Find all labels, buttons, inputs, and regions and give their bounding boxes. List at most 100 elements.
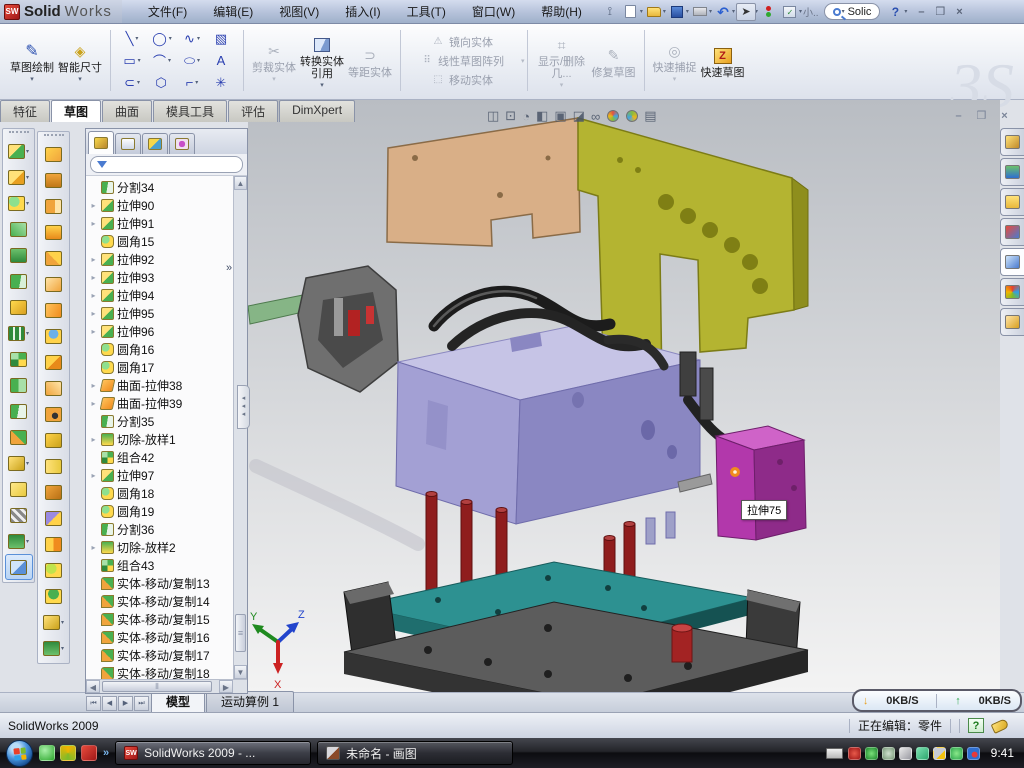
restore-button[interactable]: ❒: [932, 5, 948, 19]
scroll-up-icon[interactable]: ▲: [234, 176, 247, 190]
doc-minimize-button[interactable]: –: [950, 108, 967, 123]
rebuild-traffic-light-icon[interactable]: [759, 3, 779, 21]
media-app-icon[interactable]: [60, 745, 76, 761]
viewport-3d-model[interactable]: Y Z X: [248, 100, 1000, 692]
extruded-cut-icon[interactable]: ▾: [5, 164, 33, 190]
swept-cut-icon[interactable]: [40, 193, 68, 219]
deform-icon[interactable]: [40, 271, 68, 297]
menu-item[interactable]: 视图(V): [267, 1, 331, 22]
sketch-fillet-icon[interactable]: ⌐▾: [177, 75, 207, 90]
swept-boss-icon[interactable]: [5, 216, 33, 242]
network-speed-widget[interactable]: ↓ 0KB/S ↑ 0KB/S: [852, 689, 1022, 712]
command-tab[interactable]: 模具工具: [153, 100, 227, 122]
shell-icon[interactable]: [40, 427, 68, 453]
boundary-cut-icon[interactable]: [5, 268, 33, 294]
bend-icon[interactable]: [40, 375, 68, 401]
expand-arrow-icon[interactable]: [89, 219, 98, 228]
tree-item[interactable]: 分割35: [86, 412, 233, 430]
expand-arrow-icon[interactable]: [89, 399, 98, 408]
quick-tip-icon[interactable]: ?: [968, 718, 984, 733]
tab-nav-button[interactable]: ▶: [118, 696, 133, 711]
taskbar-button[interactable]: 未命名 - 画图: [317, 741, 513, 765]
open-icon[interactable]: [644, 3, 664, 21]
tree-item[interactable]: 实体-移动/复制13: [86, 574, 233, 592]
tag-icon[interactable]: [991, 718, 1010, 734]
close-button[interactable]: ×: [951, 5, 967, 19]
wrap-icon[interactable]: [5, 294, 33, 320]
tree-item[interactable]: 实体-移动/复制18: [86, 664, 233, 679]
command-tab[interactable]: 特征: [0, 100, 50, 122]
reference-geometry-icon[interactable]: ▾: [5, 450, 33, 476]
search-input[interactable]: Solic: [848, 6, 872, 18]
display-style-icon[interactable]: ◪: [573, 108, 585, 124]
plane-icon[interactable]: [5, 476, 33, 502]
toolbar-overflow-label[interactable]: 小..: [803, 3, 819, 21]
model-tab[interactable]: 模型: [151, 691, 205, 712]
tree-item[interactable]: 实体-移动/复制15: [86, 610, 233, 628]
new-document-icon[interactable]: [621, 3, 641, 21]
save-icon[interactable]: [667, 3, 687, 21]
edit-appearance-icon[interactable]: [606, 110, 619, 122]
pin-icon[interactable]: ⟟: [600, 3, 620, 21]
taskbar-button[interactable]: SW SolidWorks 2009 - ...: [115, 741, 311, 765]
security-shield-icon[interactable]: [865, 747, 878, 760]
tree-item[interactable]: 拉伸91: [86, 214, 233, 232]
tree-item[interactable]: 曲面-拉伸39: [86, 394, 233, 412]
menu-item[interactable]: 工具(T): [395, 1, 458, 22]
smart-dimension-button[interactable]: ◈ 智能尺寸 ▾: [56, 38, 104, 83]
minimize-button[interactable]: –: [913, 5, 929, 19]
scroll-down-icon[interactable]: ▼: [234, 665, 247, 679]
tree-item[interactable]: 分割36: [86, 520, 233, 538]
expand-arrow-icon[interactable]: [89, 273, 98, 282]
curves-icon[interactable]: ▾: [40, 635, 68, 661]
rectangle-icon[interactable]: ▭▾: [117, 53, 147, 69]
planar-surface-icon[interactable]: [40, 297, 68, 323]
tree-item[interactable]: 切除-放样2: [86, 538, 233, 556]
tree-item[interactable]: 拉伸92: [86, 250, 233, 268]
dome-body-icon[interactable]: [40, 583, 68, 609]
tree-item[interactable]: 曲面-拉伸38: [86, 376, 233, 394]
expand-arrow-icon[interactable]: [89, 201, 98, 210]
tab-nav-button[interactable]: ◀: [102, 696, 117, 711]
scroll-thumb[interactable]: [235, 614, 246, 652]
reference-icon[interactable]: ▾: [40, 609, 68, 635]
doc-close-button[interactable]: ×: [996, 108, 1013, 123]
tree-item[interactable]: 圆角19: [86, 502, 233, 520]
selection-box-icon[interactable]: ▧: [207, 31, 237, 47]
print-icon[interactable]: [690, 3, 710, 21]
flex-icon[interactable]: [40, 245, 68, 271]
tree-item[interactable]: 圆角17: [86, 358, 233, 376]
doc-restore-button[interactable]: ❒: [973, 108, 990, 123]
hide-show-items-icon[interactable]: ∞: [591, 109, 600, 124]
expand-arrow-icon[interactable]: [89, 309, 98, 318]
circle-icon[interactable]: ◯▾: [147, 31, 177, 47]
menu-item[interactable]: 文件(F): [136, 1, 199, 22]
command-tab[interactable]: 曲面: [102, 100, 152, 122]
sync-icon[interactable]: [916, 747, 929, 760]
slot-icon[interactable]: ⊂▾: [117, 75, 147, 91]
toolbar-grip[interactable]: [9, 131, 29, 136]
model-tab[interactable]: 运动算例 1: [206, 691, 294, 712]
expand-arrow-icon[interactable]: [89, 471, 98, 480]
indent-icon[interactable]: [40, 479, 68, 505]
flag-icon[interactable]: [40, 505, 68, 531]
tree-item[interactable]: 组合42: [86, 448, 233, 466]
tree-item[interactable]: 拉伸95: [86, 304, 233, 322]
language-keyboard-icon[interactable]: [826, 748, 843, 759]
lofted-boss-icon[interactable]: [40, 219, 68, 245]
start-button[interactable]: [6, 740, 33, 767]
tab-nav-button[interactable]: ⏮: [86, 696, 101, 711]
antivirus-shield-icon[interactable]: [848, 747, 861, 760]
spline-icon[interactable]: ∿▾: [177, 31, 207, 47]
ellipse-icon[interactable]: ⬭▾: [177, 53, 207, 69]
rapid-sketch-button[interactable]: Z 快速草图: [699, 43, 747, 79]
menu-item[interactable]: 编辑(E): [201, 1, 265, 22]
quick-launch-overflow-icon[interactable]: »: [103, 747, 109, 759]
tree-item[interactable]: 拉伸90: [86, 196, 233, 214]
red-cylinder[interactable]: [672, 624, 692, 662]
search-box[interactable]: ▾ Solic: [824, 3, 881, 20]
toolbar-grip[interactable]: [44, 134, 64, 139]
freeform-icon[interactable]: [40, 453, 68, 479]
delete-body-icon[interactable]: [40, 401, 68, 427]
command-tab[interactable]: 草图: [51, 100, 101, 122]
